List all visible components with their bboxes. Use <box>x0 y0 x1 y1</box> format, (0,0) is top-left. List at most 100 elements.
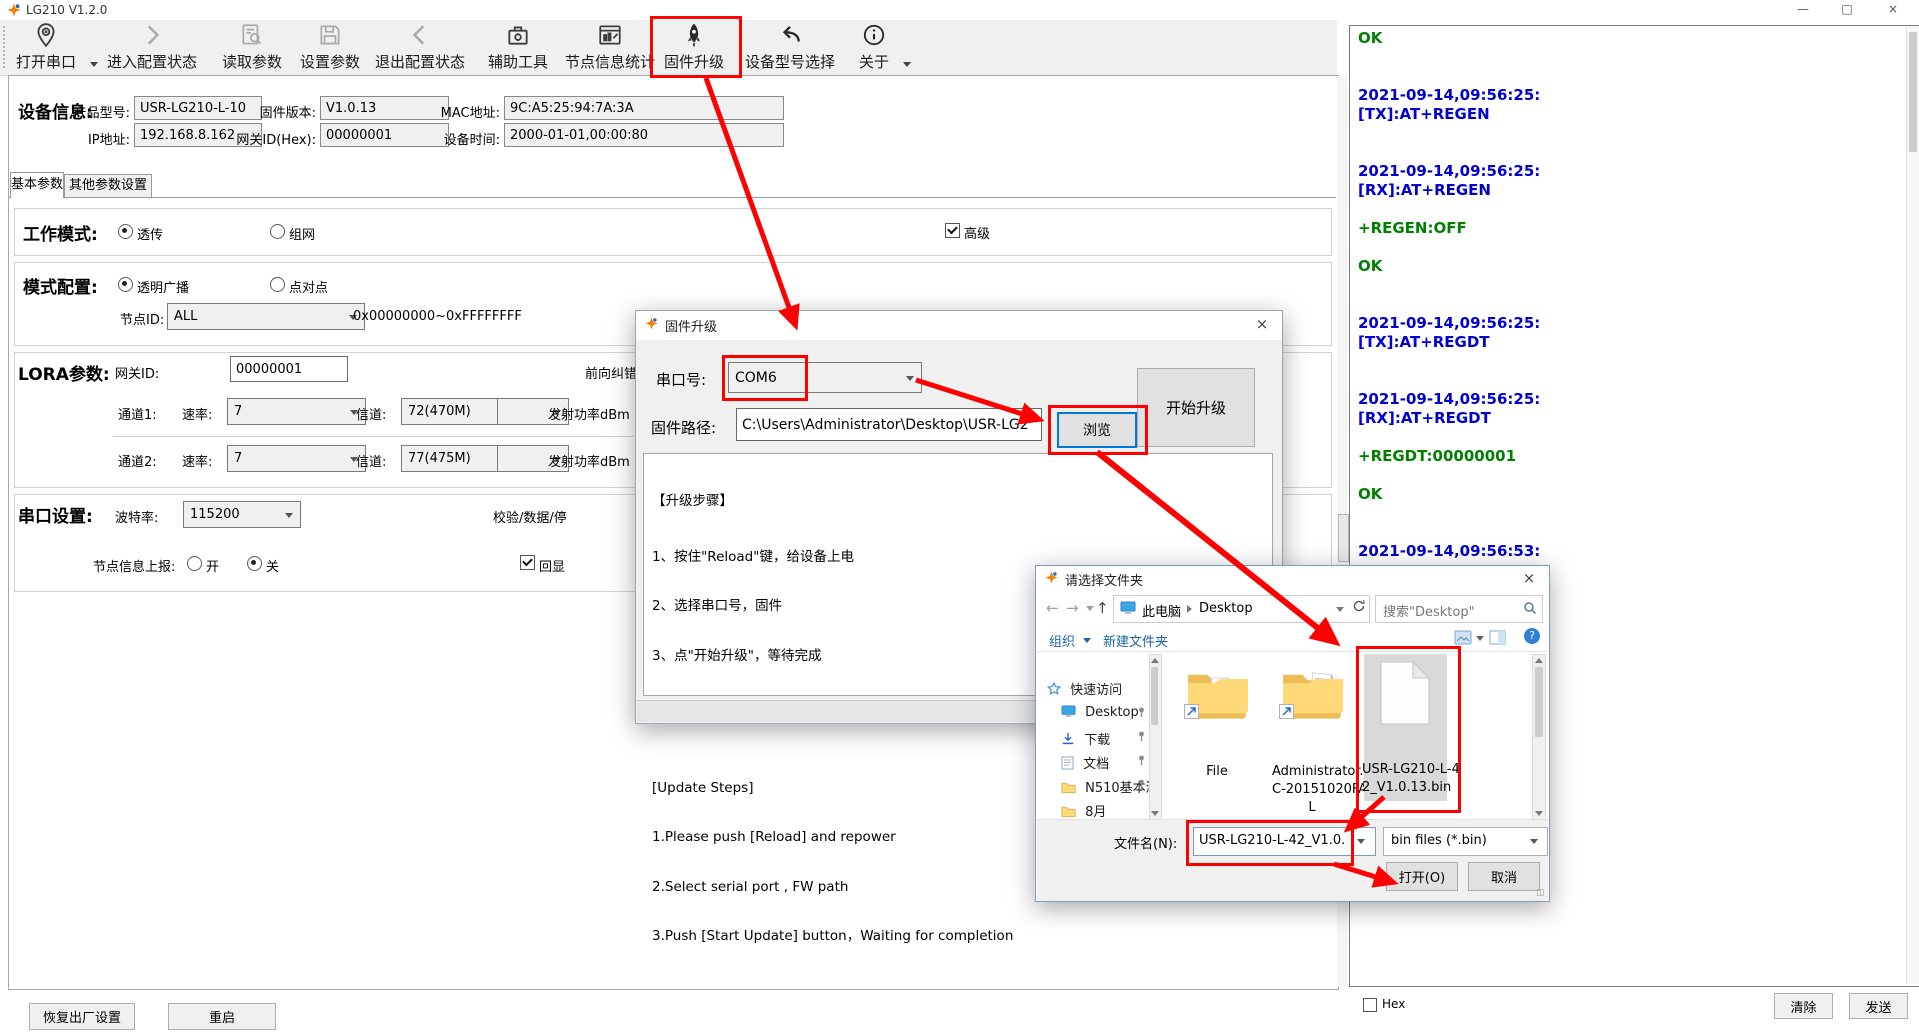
toolbar-read-params[interactable]: 读取参数 <box>214 22 290 74</box>
pin-icon <box>1136 706 1147 718</box>
fw-dialog-title: 固件升级 <box>665 316 717 335</box>
fw-path-field[interactable]: C:\Users\Administrator\Desktop\USR-LG2 <box>736 408 1042 441</box>
start-upgrade-button[interactable]: 开始升级 <box>1137 368 1255 447</box>
resize-grip-icon[interactable]: ◫ <box>1536 888 1545 898</box>
sidebar-item-august-folder[interactable]: 8月 <box>1061 801 1106 820</box>
fec-label: 前向纠错 <box>585 363 637 382</box>
tab-basic-params[interactable]: 基本参数 <box>10 172 64 198</box>
close-button[interactable]: × <box>1876 0 1910 20</box>
app-window: LG210 V1.2.0 — □ × 打开串口 进入配置状态 读取参数 <box>0 0 1919 1034</box>
cancel-button[interactable]: 取消 <box>1468 862 1540 891</box>
help-icon[interactable]: ? <box>1524 628 1540 644</box>
filetype-combo[interactable]: bin files (*.bin) <box>1383 827 1548 856</box>
node-report-off-radio[interactable] <box>247 556 262 571</box>
product-model-label: 产品型号: <box>60 102 130 121</box>
breadcrumb-current[interactable]: Desktop <box>1199 601 1253 616</box>
filename-caret[interactable] <box>1357 839 1365 844</box>
file-item-administrator-folder[interactable] <box>1277 668 1347 730</box>
file-dialog-close-icon[interactable]: × <box>1509 566 1549 591</box>
fw-path-label: 固件路径: <box>651 417 716 438</box>
log-line: OK <box>1358 485 1905 504</box>
log-scrollbar[interactable] <box>1906 26 1919 984</box>
preview-pane-icon[interactable] <box>1489 630 1506 649</box>
channel1-rate-combo[interactable]: 7 <box>227 398 366 425</box>
log-line <box>1358 276 1905 295</box>
file-item-label[interactable]: File <box>1182 764 1252 779</box>
log-line <box>1358 200 1905 219</box>
breadcrumb-bar[interactable]: 此电脑 Desktop <box>1113 595 1370 623</box>
file-list-scrollbar[interactable] <box>1532 654 1546 820</box>
toolbar-set-params[interactable]: 设置参数 <box>292 22 368 74</box>
file-item-file-folder[interactable] <box>1182 668 1252 730</box>
nav-history-caret[interactable] <box>1086 606 1094 611</box>
maximize-button[interactable]: □ <box>1830 0 1864 20</box>
search-icon <box>1523 601 1537 619</box>
about-dropdown-caret[interactable] <box>903 62 911 67</box>
node-id-combo[interactable]: ALL <box>167 303 365 330</box>
log-lines: OK 2021-09-14,09:56:25:[TX]:AT+REGEN 202… <box>1358 29 1905 561</box>
mac-address-field[interactable]: 9C:A5:25:94:7A:3A <box>504 96 784 120</box>
sidebar-item-documents[interactable]: 文档 <box>1061 753 1109 772</box>
nav-up-icon[interactable]: ↑ <box>1096 599 1109 617</box>
search-box[interactable]: 搜索"Desktop" <box>1375 595 1543 623</box>
filetype-caret[interactable] <box>1530 839 1538 844</box>
annotation-box-bin-file <box>1356 646 1461 813</box>
app-logo-icon <box>7 3 21 21</box>
toolbar-about[interactable]: 关于 <box>852 22 896 74</box>
toolbar-enter-config[interactable]: 进入配置状态 <box>102 22 202 74</box>
chevron-right-icon <box>102 22 202 50</box>
new-folder-button[interactable]: 新建文件夹 <box>1103 631 1168 650</box>
tab-other-params[interactable]: 其他参数设置 <box>64 174 152 198</box>
refresh-icon[interactable] <box>1352 599 1366 617</box>
firmware-version-label: 固件版本: <box>246 102 316 121</box>
sidebar-item-downloads[interactable]: 下载 <box>1061 729 1110 748</box>
log-line <box>1358 428 1905 447</box>
work-mode-network-radio[interactable] <box>270 224 285 239</box>
minimize-button[interactable]: — <box>1786 0 1820 20</box>
restart-button[interactable]: 重启 <box>168 1003 276 1030</box>
product-model-field[interactable]: USR-LG210-L-10 <box>134 96 262 120</box>
log-line <box>1358 238 1905 257</box>
file-item-label[interactable]: L <box>1272 800 1352 815</box>
advanced-checkbox[interactable] <box>945 223 960 238</box>
toolbar-aux-tools[interactable]: 辅助工具 <box>480 22 556 74</box>
factory-reset-button[interactable]: 恢复出厂设置 <box>29 1003 135 1030</box>
device-time-field[interactable]: 2000-01-01,00:00:80 <box>504 123 784 147</box>
sidebar-item-desktop[interactable]: Desktop <box>1061 705 1139 720</box>
file-item-label[interactable]: Administrator.P <box>1272 764 1352 779</box>
nav-back-icon[interactable]: ← <box>1046 599 1059 617</box>
echo-label: 回显 <box>539 556 565 575</box>
toolbar-exit-config[interactable]: 退出配置状态 <box>370 22 470 74</box>
baud-rate-combo[interactable]: 115200 <box>183 501 301 528</box>
p2p-radio[interactable] <box>270 277 285 292</box>
view-caret[interactable] <box>1476 636 1484 641</box>
nav-forward-icon[interactable]: → <box>1066 599 1079 617</box>
channel1-channel-label: 信道: <box>356 404 386 423</box>
broadcast-radio[interactable] <box>118 277 133 292</box>
node-report-on-radio[interactable] <box>187 556 202 571</box>
organize-button[interactable]: 组织 <box>1049 631 1075 650</box>
toolbar-open-serial[interactable]: 打开串口 <box>8 22 84 74</box>
breadcrumb-dropdown-caret[interactable] <box>1336 607 1344 612</box>
work-mode-transparent-radio[interactable] <box>118 224 133 239</box>
send-button[interactable]: 发送 <box>1849 993 1908 1019</box>
toolbar-device-model-select[interactable]: 设备型号选择 <box>738 22 842 74</box>
breadcrumb-root[interactable]: 此电脑 <box>1142 601 1181 620</box>
log-line <box>1358 124 1905 143</box>
log-line: [TX]:AT+REGEN <box>1358 105 1905 124</box>
hex-checkbox[interactable] <box>1363 998 1377 1012</box>
open-button[interactable]: 打开(O) <box>1386 862 1458 891</box>
sidebar-scrollbar[interactable] <box>1149 654 1162 820</box>
lora-gateway-id-field[interactable]: 00000001 <box>230 356 348 382</box>
toolbar-item-label: 进入配置状态 <box>107 53 197 71</box>
clear-button[interactable]: 清除 <box>1774 993 1833 1019</box>
toolbar-node-stats[interactable]: 节点信息统计 <box>560 22 660 74</box>
open-serial-dropdown-caret[interactable] <box>90 62 98 67</box>
fw-dialog-close-icon[interactable]: × <box>1242 311 1282 339</box>
channel2-rate-combo[interactable]: 7 <box>227 445 366 472</box>
file-item-label[interactable]: C-20151020FAC <box>1272 782 1352 797</box>
log-line: 2021-09-14,09:56:53: <box>1358 542 1905 561</box>
echo-checkbox[interactable] <box>520 555 535 570</box>
sidebar-item-quick-access[interactable]: 快速访问 <box>1047 679 1122 698</box>
app-logo-icon <box>1045 571 1058 588</box>
